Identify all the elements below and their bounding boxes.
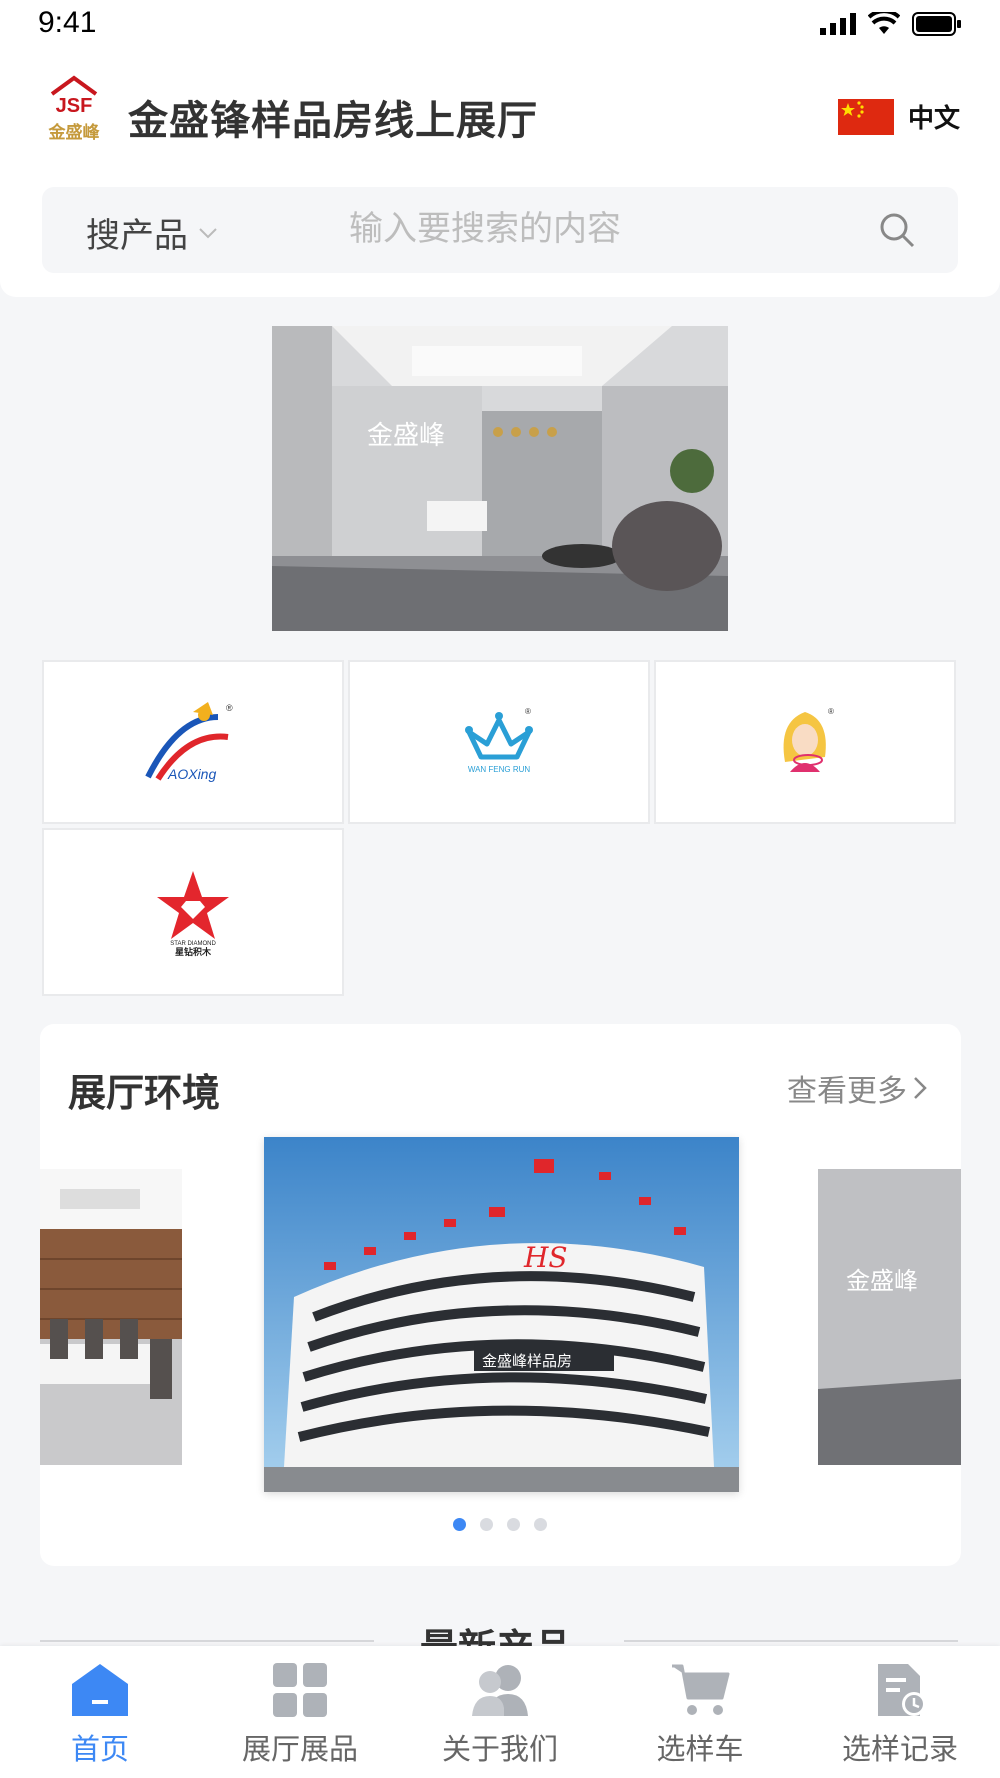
star-logo-icon: STAR DIAMOND 星钻积木 — [157, 871, 229, 957]
brand-item-aoxing[interactable]: AOXing ® — [42, 660, 344, 824]
carousel-indicator — [453, 1518, 547, 1531]
china-flag-icon — [837, 98, 894, 135]
svg-text:金盛峰: 金盛峰 — [48, 122, 101, 143]
svg-text:金盛峰样品房: 金盛峰样品房 — [482, 1352, 572, 1370]
carousel-dot[interactable] — [480, 1518, 493, 1531]
brand-item-wanfengrun[interactable]: WAN FENG RUN ® — [348, 660, 650, 824]
brand-item-girl[interactable]: ® — [654, 660, 956, 824]
carousel-dot[interactable] — [507, 1518, 520, 1531]
showroom-banner-image[interactable]: 金盛峰 — [272, 326, 728, 631]
aoxing-logo-icon: AOXing ® — [145, 702, 233, 782]
language-label: 中文 — [907, 104, 960, 134]
battery-icon — [912, 12, 961, 36]
app-title: 金盛锋样品房线上展厅 — [128, 98, 538, 144]
status-time: 9:41 — [38, 6, 97, 39]
cart-icon — [672, 1664, 730, 1715]
people-icon — [472, 1665, 528, 1716]
home-icon — [72, 1664, 128, 1716]
search-type-dropdown[interactable]: 搜产品 — [86, 208, 218, 257]
search-input[interactable] — [349, 209, 749, 249]
tab-home[interactable]: 首页 — [20, 1662, 180, 1768]
search-type-label: 搜产品 — [86, 216, 188, 256]
carousel-slide-prev[interactable] — [40, 1169, 182, 1465]
svg-text:HS: HS — [523, 1241, 568, 1274]
grid-icon — [273, 1663, 327, 1717]
svg-text:®: ® — [525, 707, 531, 716]
view-more-link[interactable]: 查看更多 — [787, 1066, 927, 1110]
svg-text:®: ® — [226, 703, 233, 713]
status-icons — [820, 12, 962, 36]
jsf-logo: JSF 金盛峰 — [48, 75, 101, 143]
girl-logo-icon: ® — [783, 707, 834, 772]
tab-label: 选样记录 — [841, 1732, 958, 1766]
language-switch[interactable]: 中文 — [837, 98, 960, 135]
record-icon — [878, 1664, 926, 1716]
chevron-down-icon — [199, 227, 217, 238]
showroom-environment-card: 展厅环境 查看更多 HS 金盛峰样品房 金盛峰 — [40, 1024, 961, 1566]
svg-text:AOXing: AOXing — [167, 766, 216, 782]
view-more-label: 查看更多 — [787, 1074, 907, 1109]
tab-sample-cart[interactable]: 选样车 — [620, 1662, 780, 1768]
search-icon[interactable] — [878, 211, 916, 249]
svg-text:星钻积木: 星钻积木 — [175, 946, 212, 957]
carousel-slide-active[interactable]: HS 金盛峰样品房 — [264, 1137, 739, 1492]
crown-logo-icon: WAN FENG RUN ® — [465, 707, 533, 774]
tab-label: 首页 — [70, 1732, 129, 1766]
tab-label: 选样车 — [656, 1732, 744, 1766]
app-header: JSF 金盛峰 金盛锋样品房线上展厅 中文 搜产品 — [0, 52, 1000, 297]
carousel-dot[interactable] — [534, 1518, 547, 1531]
brand-grid: AOXing ® WAN FENG RUN ® ® STAR DIAMOND 星… — [42, 660, 956, 996]
svg-text:®: ® — [828, 707, 834, 716]
wifi-icon — [868, 12, 900, 34]
svg-text:WAN FENG RUN: WAN FENG RUN — [468, 765, 531, 774]
carousel-slide-next[interactable]: 金盛峰 — [818, 1169, 961, 1465]
search-bar: 搜产品 — [42, 187, 958, 273]
tab-label: 展厅展品 — [241, 1732, 358, 1766]
carousel-dot[interactable] — [453, 1518, 466, 1531]
svg-text:STAR DIAMOND: STAR DIAMOND — [170, 941, 216, 947]
bottom-tab-bar: 首页 展厅展品 关于我们 选样车 选样记录 — [0, 1646, 1000, 1778]
status-bar: 9:41 — [0, 0, 1000, 52]
divider-right — [624, 1640, 958, 1642]
chevron-right-icon — [914, 1077, 927, 1099]
tab-label: 关于我们 — [441, 1732, 558, 1766]
brand-item-star-diamond[interactable]: STAR DIAMOND 星钻积木 — [42, 828, 344, 996]
tab-about-us[interactable]: 关于我们 — [420, 1662, 580, 1768]
section-title: 展厅环境 — [68, 1071, 221, 1115]
svg-text:JSF: JSF — [56, 95, 93, 117]
signal-icon — [820, 13, 856, 35]
svg-text:金盛峰: 金盛峰 — [367, 421, 445, 451]
tab-showroom-items[interactable]: 展厅展品 — [220, 1662, 380, 1768]
tab-sample-records[interactable]: 选样记录 — [820, 1662, 980, 1768]
svg-text:金盛峰: 金盛峰 — [846, 1267, 918, 1295]
divider-left — [40, 1640, 374, 1642]
